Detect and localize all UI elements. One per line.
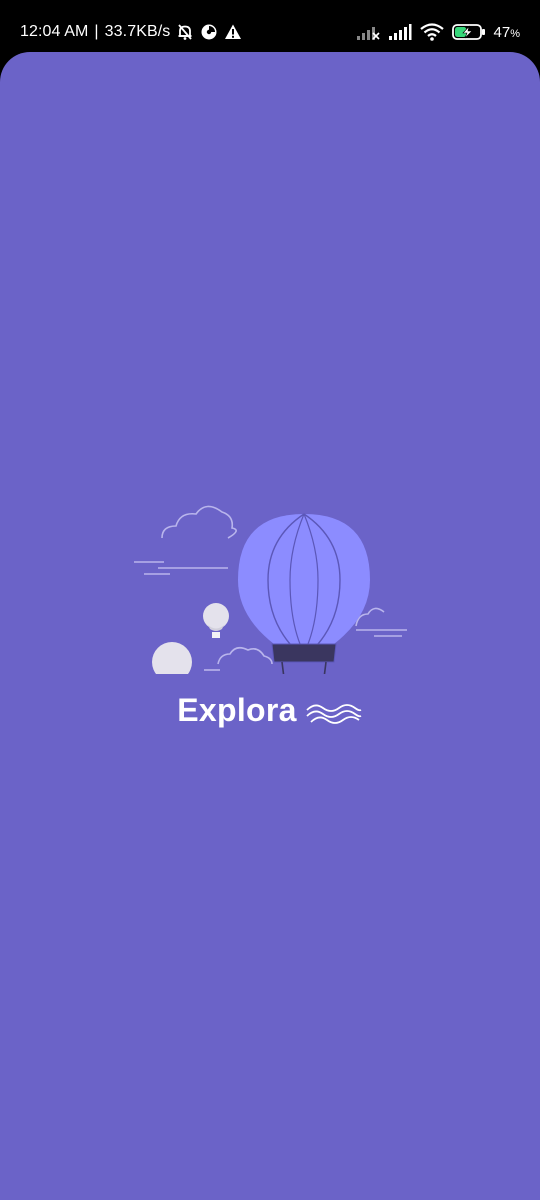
status-right: 47% — [356, 20, 520, 44]
data-saver-icon — [200, 23, 218, 41]
cloud-icon — [355, 607, 407, 637]
mute-bell-icon — [176, 23, 194, 41]
battery-percent: 47 — [493, 23, 511, 41]
battery-unit: % — [510, 27, 520, 40]
small-balloon-icon — [203, 603, 229, 638]
battery-charging-icon — [451, 23, 486, 41]
status-net-speed: 33.7KB/s — [104, 23, 171, 40]
status-time: 12:04 AM — [20, 23, 89, 40]
signal-icon — [388, 23, 412, 41]
signal-no-service-icon — [356, 23, 380, 41]
battery-level: 47% — [494, 24, 520, 41]
splash-screen: Explora — [0, 52, 540, 1200]
status-left: 12:04 AM | 33.7KB/s — [20, 20, 242, 44]
warning-icon — [224, 23, 242, 41]
brand-logo: Explora — [0, 692, 540, 729]
small-balloon-icon — [152, 642, 192, 674]
status-separator: | — [94, 23, 99, 40]
cloud-icon — [204, 646, 273, 671]
brand-name: Explora — [177, 692, 297, 728]
status-bar: 12:04 AM | 33.7KB/s 47% — [0, 0, 540, 52]
wifi-icon — [419, 23, 444, 41]
hot-air-balloon-icon — [134, 505, 407, 674]
cloud-icon — [134, 505, 237, 575]
waves-logo-icon — [305, 698, 363, 724]
